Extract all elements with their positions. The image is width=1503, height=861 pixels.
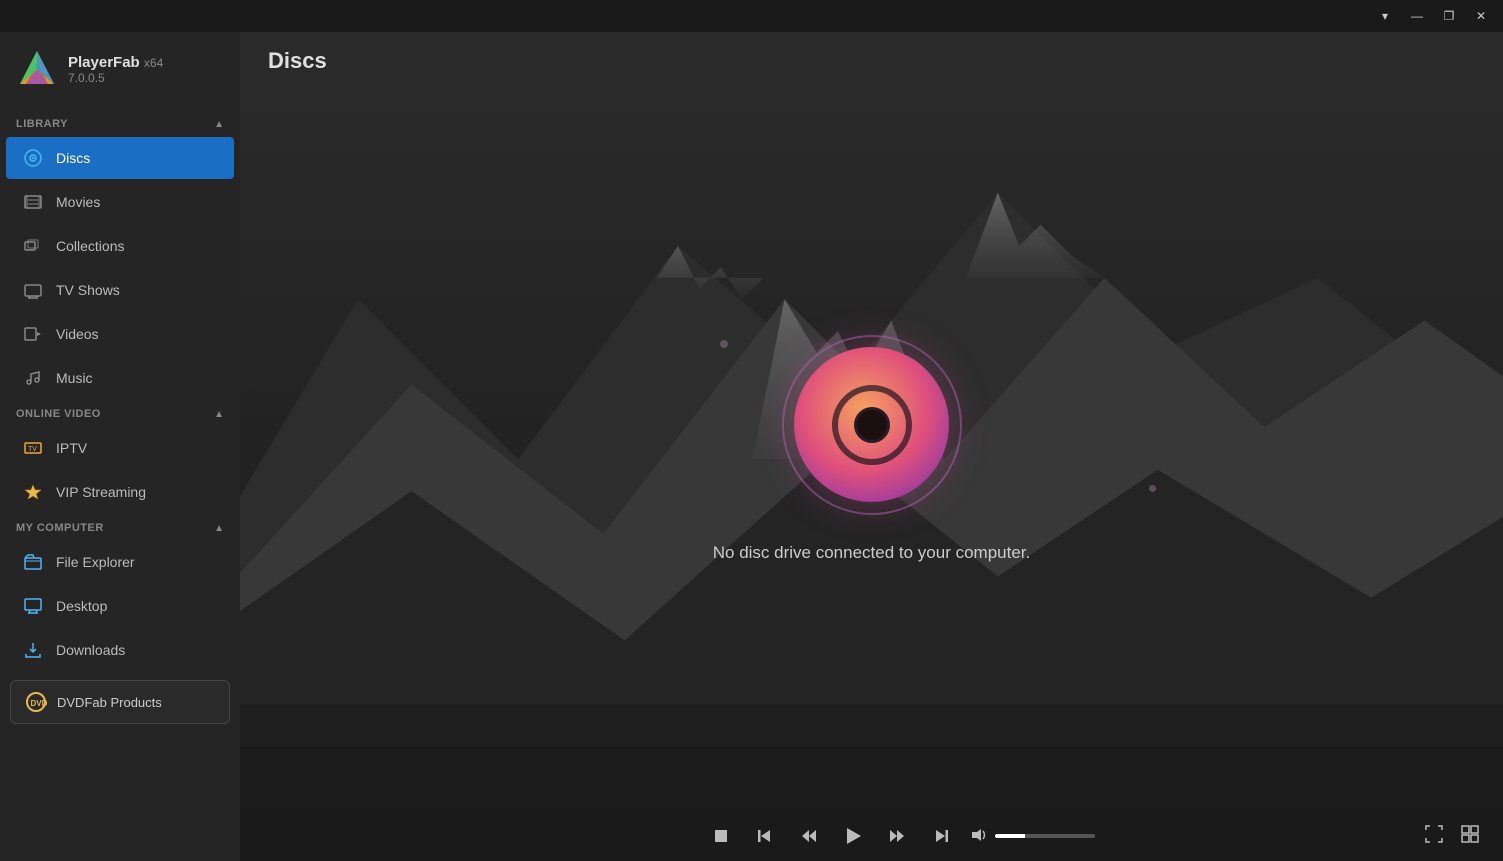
volume-area: [971, 827, 1095, 846]
sidebar-item-iptv[interactable]: TV IPTV: [6, 427, 234, 469]
sidebar-desktop-label: Desktop: [56, 598, 107, 614]
sidebar-videos-label: Videos: [56, 326, 99, 342]
stop-button[interactable]: [707, 822, 735, 850]
svg-text:DVD: DVD: [31, 699, 48, 708]
next-button[interactable]: [927, 822, 955, 850]
sidebar-item-vip[interactable]: VIP Streaming: [6, 471, 234, 513]
sidebar-music-label: Music: [56, 370, 93, 386]
sidebar-vip-label: VIP Streaming: [56, 484, 146, 500]
page-header: Discs: [240, 32, 1503, 86]
sidebar-item-collections[interactable]: Collections: [6, 225, 234, 267]
sidebar-explorer-label: File Explorer: [56, 554, 135, 570]
library-section-header[interactable]: Library ▲: [0, 110, 240, 136]
dvdfab-icon: DVD: [25, 691, 47, 713]
app-logo-icon: [16, 48, 58, 90]
disc-icon: [22, 147, 44, 169]
iptv-icon: TV: [22, 437, 44, 459]
menu-button[interactable]: ▾: [1371, 6, 1399, 26]
computer-chevron-icon: ▲: [214, 523, 224, 534]
sidebar-item-discs[interactable]: Discs: [6, 137, 234, 179]
downloads-icon: [22, 639, 44, 661]
online-label: ONLINE VIDEO: [16, 408, 101, 420]
sidebar-movies-label: Movies: [56, 194, 100, 210]
sidebar-collections-label: Collections: [56, 238, 124, 254]
sidebar-item-music[interactable]: Music: [6, 357, 234, 399]
prev-button[interactable]: [751, 822, 779, 850]
sidebar-item-videos[interactable]: Videos: [6, 313, 234, 355]
logo-text: PlayerFab x64 7.0.0.5: [68, 54, 163, 85]
dvdfab-products-button[interactable]: DVD DVDFab Products: [10, 680, 230, 724]
sidebar-item-explorer[interactable]: File Explorer: [6, 541, 234, 583]
player-controls: [380, 822, 1421, 850]
sidebar-discs-label: Discs: [56, 150, 90, 166]
disc-inner-ring: [832, 385, 912, 465]
app-body: PlayerFab x64 7.0.0.5 Library ▲ Discs: [0, 32, 1503, 861]
restore-button[interactable]: ❐: [1435, 6, 1463, 26]
app-logo: PlayerFab x64 7.0.0.5: [0, 32, 240, 110]
movies-icon: [22, 191, 44, 213]
dvdfab-label: DVDFab Products: [57, 695, 162, 710]
sidebar-iptv-label: IPTV: [56, 440, 87, 456]
play-button[interactable]: [839, 822, 867, 850]
window-controls: ▾ — ❐ ✕: [1371, 6, 1495, 26]
rewind-button[interactable]: [795, 822, 823, 850]
computer-label: My Computer: [16, 522, 104, 534]
content-area: No disc drive connected to your computer…: [240, 86, 1503, 811]
vip-icon: [22, 481, 44, 503]
disc-body: [794, 347, 949, 502]
volume-slider[interactable]: [995, 834, 1095, 838]
no-disc-message: No disc drive connected to your computer…: [713, 543, 1031, 563]
disc-visual: [782, 335, 962, 515]
sidebar-item-downloads[interactable]: Downloads: [6, 629, 234, 671]
online-section-header[interactable]: ONLINE VIDEO ▲: [0, 400, 240, 426]
explorer-icon: [22, 551, 44, 573]
sidebar-item-movies[interactable]: Movies: [6, 181, 234, 223]
computer-section-header[interactable]: My Computer ▲: [0, 514, 240, 540]
fullscreen-button[interactable]: [1421, 821, 1447, 852]
sidebar-item-desktop[interactable]: Desktop: [6, 585, 234, 627]
videos-icon: [22, 323, 44, 345]
player-bar: [240, 811, 1503, 861]
page-title: Discs: [268, 48, 1475, 74]
sidebar-tvshows-label: TV Shows: [56, 282, 120, 298]
online-chevron-icon: ▲: [214, 409, 224, 420]
tvshows-icon: [22, 279, 44, 301]
player-right: [1421, 821, 1483, 852]
sidebar-item-tvshows[interactable]: TV Shows: [6, 269, 234, 311]
close-button[interactable]: ✕: [1467, 6, 1495, 26]
desktop-icon: [22, 595, 44, 617]
svg-text:TV: TV: [28, 446, 37, 453]
minimize-button[interactable]: —: [1403, 6, 1431, 26]
sidebar-downloads-label: Downloads: [56, 642, 125, 658]
app-version: 7.0.0.5: [68, 71, 163, 85]
disc-container: No disc drive connected to your computer…: [713, 335, 1031, 563]
library-label: Library: [16, 118, 68, 130]
library-chevron-icon: ▲: [214, 119, 224, 130]
sidebar: PlayerFab x64 7.0.0.5 Library ▲ Discs: [0, 32, 240, 861]
collections-icon: [22, 235, 44, 257]
main-content: Discs: [240, 32, 1503, 861]
music-icon: [22, 367, 44, 389]
disc-center-hole: [854, 407, 890, 443]
app-name: PlayerFab x64: [68, 54, 163, 71]
volume-icon: [971, 827, 987, 846]
forward-button[interactable]: [883, 822, 911, 850]
grid-view-button[interactable]: [1457, 821, 1483, 852]
title-bar: ▾ — ❐ ✕: [0, 0, 1503, 32]
